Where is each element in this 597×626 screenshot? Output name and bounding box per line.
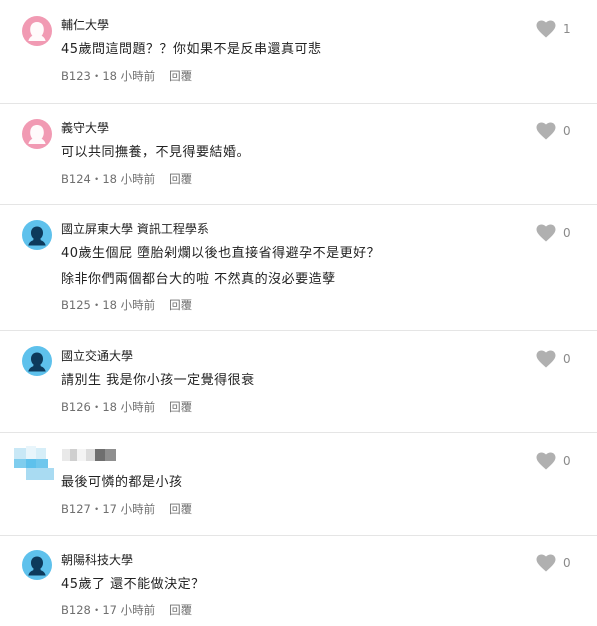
comment-meta: B123・18 小時前 回覆 (61, 69, 192, 83)
male-avatar-icon[interactable] (22, 550, 52, 580)
comment-item: 最後可憐的都是小孩 B127・17 小時前 回覆 0 (0, 432, 597, 536)
meta-separator: ・ (90, 69, 103, 83)
reply-button[interactable]: 回覆 (169, 603, 192, 617)
pixelated-name (62, 449, 116, 461)
school-name[interactable]: 義守大學 (61, 121, 109, 135)
post-time: 17 小時前 (102, 603, 156, 617)
heart-icon[interactable] (536, 224, 556, 242)
reply-button[interactable]: 回覆 (169, 69, 192, 83)
meta-separator: ・ (90, 298, 103, 312)
heart-icon[interactable] (536, 350, 556, 368)
female-avatar-icon[interactable] (22, 119, 52, 149)
comment-meta: B127・17 小時前 回覆 (61, 502, 192, 516)
like-count: 1 (563, 22, 571, 36)
female-avatar-icon[interactable] (22, 16, 52, 46)
pixelated-avatar-icon[interactable] (14, 446, 58, 480)
like-count: 0 (563, 556, 571, 570)
comment-meta: B128・17 小時前 回覆 (61, 603, 192, 617)
meta-separator: ・ (90, 502, 103, 516)
like-count: 0 (563, 226, 571, 240)
comment-item: 朝陽科技大學 45歲了 還不能做決定？ B128・17 小時前 回覆 0 (0, 535, 597, 626)
reply-button[interactable]: 回覆 (169, 502, 192, 516)
comment-text: 請別生 我是你小孩一定覺得很衰 (61, 373, 255, 388)
school-name[interactable]: 輔仁大學 (61, 18, 109, 32)
like-count: 0 (563, 454, 571, 468)
school-name[interactable]: 國立交通大學 (61, 349, 133, 363)
post-time: 18 小時前 (102, 298, 156, 312)
meta-separator: ・ (90, 603, 103, 617)
comment-item: 輔仁大學 45歲問這問題？？你如果不是反串還真可悲 B123・18 小時前 回覆 … (0, 0, 597, 104)
post-time: 18 小時前 (102, 400, 156, 414)
floor-number: B124 (61, 172, 91, 186)
male-avatar-icon[interactable] (22, 346, 52, 376)
heart-icon[interactable] (536, 122, 556, 140)
meta-separator: ・ (90, 172, 103, 186)
comment-meta: B126・18 小時前 回覆 (61, 400, 192, 414)
school-name[interactable]: 國立屏東大學 資訊工程學系 (61, 222, 209, 236)
comment-meta: B125・18 小時前 回覆 (61, 298, 192, 312)
male-avatar-icon[interactable] (22, 220, 52, 250)
meta-separator: ・ (90, 400, 103, 414)
floor-number: B125 (61, 298, 91, 312)
heart-icon[interactable] (536, 554, 556, 572)
floor-number: B127 (61, 502, 91, 516)
comment-text: 可以共同撫養，不見得要結婚。 (61, 145, 251, 160)
post-time: 18 小時前 (102, 69, 156, 83)
comment-text: 45歲問這問題？？你如果不是反串還真可悲 (61, 42, 322, 57)
heart-icon[interactable] (536, 452, 556, 470)
reply-button[interactable]: 回覆 (169, 172, 192, 186)
floor-number: B126 (61, 400, 91, 414)
like-count: 0 (563, 352, 571, 366)
floor-number: B123 (61, 69, 91, 83)
post-time: 17 小時前 (102, 502, 156, 516)
heart-icon[interactable] (536, 20, 556, 38)
comment-item: 義守大學 可以共同撫養，不見得要結婚。 B124・18 小時前 回覆 0 (0, 103, 597, 205)
comment-item: 國立屏東大學 資訊工程學系 40歲生個屁 墮胎剁爛以後也直接省得避孕不是更好？ … (0, 204, 597, 331)
comment-meta: B124・18 小時前 回覆 (61, 172, 192, 186)
comment-item: 國立交通大學 請別生 我是你小孩一定覺得很衰 B126・18 小時前 回覆 0 (0, 330, 597, 433)
post-time: 18 小時前 (102, 172, 156, 186)
reply-button[interactable]: 回覆 (169, 400, 192, 414)
comment-text: 40歲生個屁 墮胎剁爛以後也直接省得避孕不是更好？ (61, 246, 381, 261)
comment-text: 45歲了 還不能做決定？ (61, 577, 205, 592)
comment-text: 除非你們兩個都台大的啦 不然真的沒必要造孽 (61, 272, 336, 287)
school-name[interactable]: 朝陽科技大學 (61, 553, 133, 567)
floor-number: B128 (61, 603, 91, 617)
like-count: 0 (563, 124, 571, 138)
comment-text: 最後可憐的都是小孩 (61, 475, 183, 490)
reply-button[interactable]: 回覆 (169, 298, 192, 312)
